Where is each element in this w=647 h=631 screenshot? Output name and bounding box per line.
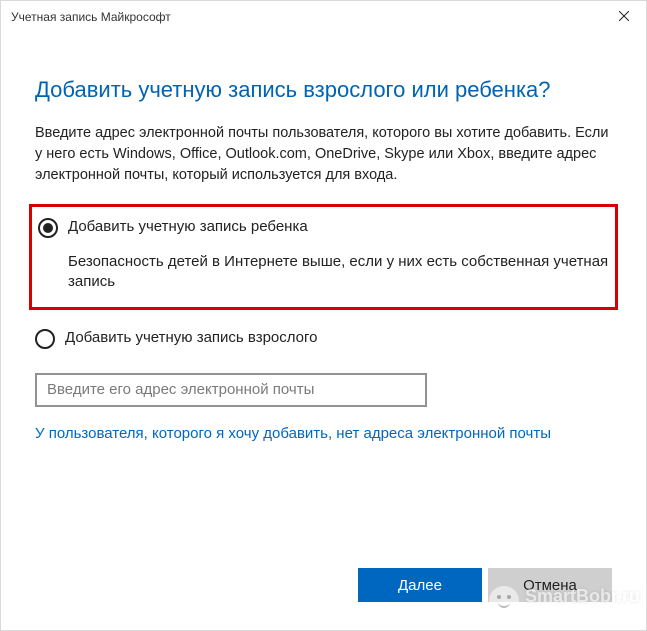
highlighted-option: Добавить учетную запись ребенка Безопасн…: [29, 204, 618, 310]
no-email-link[interactable]: У пользователя, которого я хочу добавить…: [35, 425, 551, 442]
dialog-footer: Далее Отмена: [358, 568, 612, 602]
dialog-content: Добавить учетную запись взрослого или ре…: [1, 33, 646, 630]
window-title: Учетная запись Майкрософт: [11, 10, 601, 24]
no-email-link-row: У пользователя, которого я хочу добавить…: [35, 425, 612, 443]
cancel-button[interactable]: Отмена: [488, 568, 612, 602]
close-icon: [619, 10, 629, 24]
close-button[interactable]: [601, 1, 646, 33]
radio-add-adult[interactable]: Добавить учетную запись взрослого: [35, 328, 612, 349]
description-text: Введите адрес электронной почты пользова…: [35, 123, 612, 186]
radio-label: Добавить учетную запись взрослого: [65, 328, 318, 348]
radio-icon: [35, 329, 55, 349]
email-input-row: [35, 373, 612, 407]
radio-label: Добавить учетную запись ребенка: [68, 217, 308, 237]
radio-add-child[interactable]: Добавить учетную запись ребенка: [38, 217, 609, 238]
page-title: Добавить учетную запись взрослого или ре…: [35, 77, 612, 103]
radio-icon: [38, 218, 58, 238]
email-field[interactable]: [35, 373, 427, 407]
next-button[interactable]: Далее: [358, 568, 482, 602]
titlebar: Учетная запись Майкрософт: [1, 1, 646, 33]
radio-child-subtext: Безопасность детей в Интернете выше, есл…: [68, 252, 609, 293]
dialog-window: Учетная запись Майкрософт Добавить учетн…: [0, 0, 647, 631]
